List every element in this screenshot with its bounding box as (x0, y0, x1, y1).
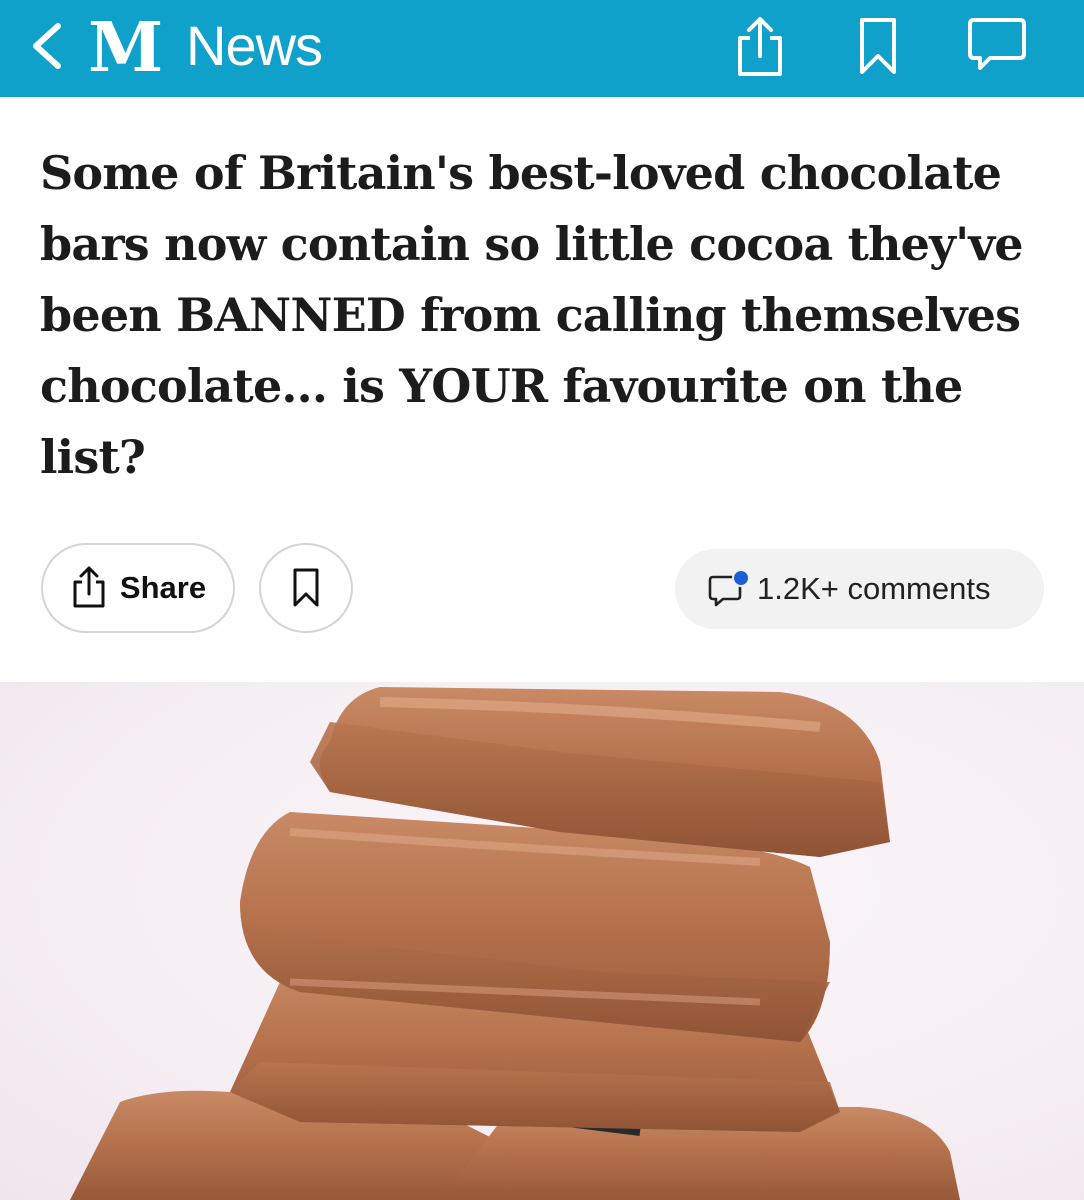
article-headline: Some of Britain's best-loved chocolate b… (40, 146, 1024, 484)
brand-logo[interactable]: M (88, 8, 163, 88)
comment-icon[interactable] (966, 16, 1028, 78)
notification-dot (732, 569, 750, 587)
share-icon[interactable] (732, 16, 788, 78)
top-navigation-bar: M News (0, 0, 1084, 97)
share-icon (73, 566, 105, 608)
bookmark-icon (293, 568, 319, 607)
comment-icon (708, 569, 750, 607)
share-button-label: Share (119, 570, 207, 605)
chocolate-stack-illustration (70, 687, 960, 1200)
comments-count: 1.2K+ comments (757, 571, 991, 606)
section-title: News (186, 14, 323, 77)
comments-button[interactable]: 1.2K+ comments (675, 549, 1044, 629)
hero-image (0, 682, 1084, 1200)
back-chevron-icon[interactable] (28, 22, 68, 70)
bookmark-icon[interactable] (856, 16, 900, 78)
bookmark-button[interactable] (259, 543, 353, 633)
share-button[interactable]: Share (41, 543, 235, 633)
